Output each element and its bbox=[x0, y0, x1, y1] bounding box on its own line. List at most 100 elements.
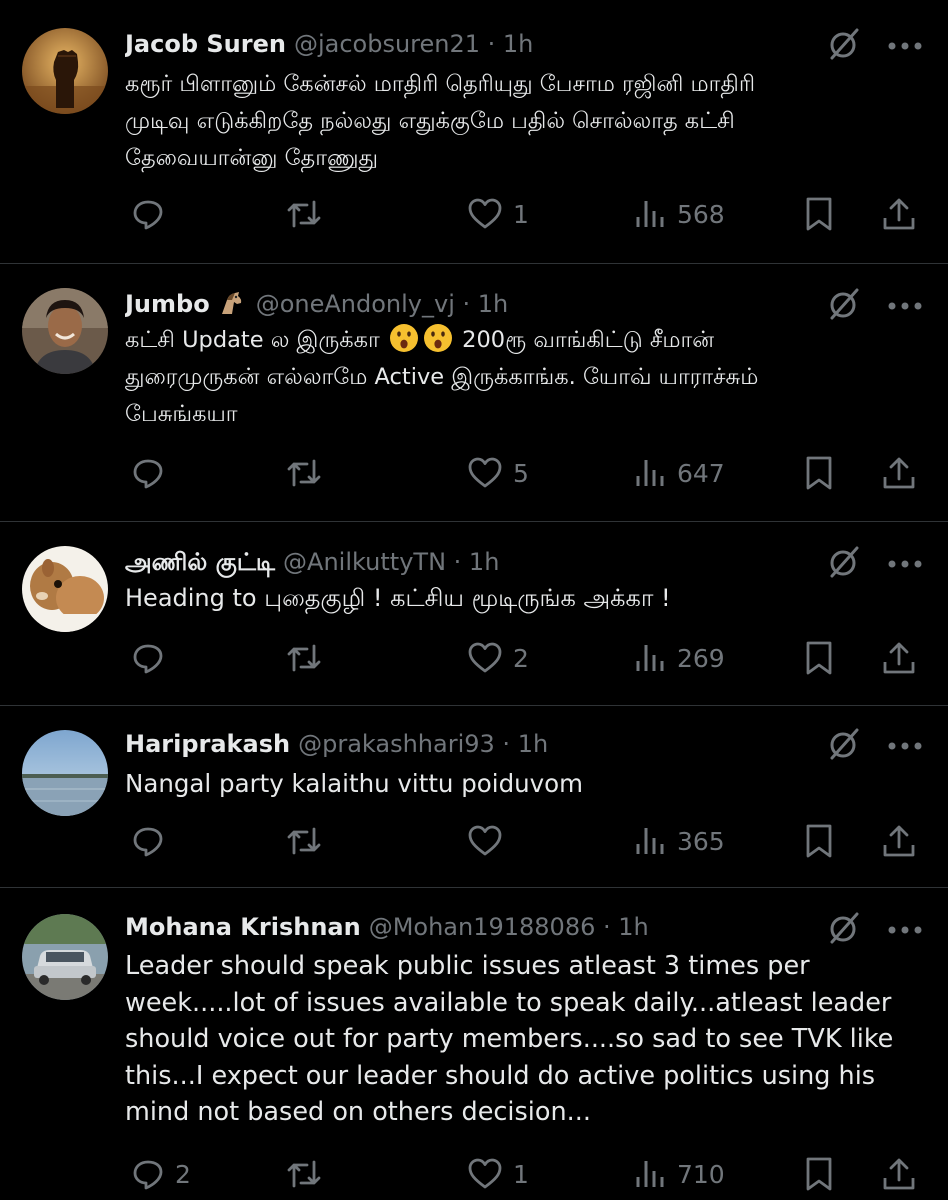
like-count: 2 bbox=[513, 643, 529, 673]
avatar[interactable] bbox=[22, 288, 108, 374]
more-icon[interactable] bbox=[886, 300, 924, 312]
retweet-button[interactable] bbox=[285, 636, 333, 680]
timestamp[interactable]: 1h bbox=[503, 30, 533, 58]
author-handle[interactable]: @prakashhari93 bbox=[298, 730, 495, 758]
like-count: 1 bbox=[513, 1159, 529, 1189]
separator: · bbox=[446, 548, 469, 576]
share-icon bbox=[883, 1158, 915, 1190]
retweet-icon bbox=[287, 827, 321, 855]
author-name[interactable]: Jumbo bbox=[125, 290, 210, 318]
action-bar: 5 647 bbox=[125, 451, 922, 495]
bookmark-button[interactable] bbox=[802, 1152, 836, 1196]
author-handle[interactable]: @oneAndonly_vj bbox=[256, 290, 455, 318]
tweet-text: கரூர் பிளானும் கேன்சல் மாதிரி தெரியுது ப… bbox=[125, 71, 756, 171]
grok-icon[interactable] bbox=[826, 286, 862, 322]
reply-button[interactable] bbox=[131, 451, 175, 495]
reply-button[interactable] bbox=[131, 192, 175, 236]
share-button[interactable] bbox=[881, 819, 917, 863]
timestamp[interactable]: 1h bbox=[478, 290, 508, 318]
bookmark-button[interactable] bbox=[802, 636, 836, 680]
tweet-text: கட்சி Update ல இருக்கா 200ரூ வாங்கிட்டு … bbox=[125, 322, 922, 433]
retweet-button[interactable] bbox=[285, 1152, 333, 1196]
share-button[interactable] bbox=[881, 451, 917, 495]
views-button[interactable]: 365 bbox=[633, 819, 725, 863]
avatar[interactable] bbox=[22, 546, 108, 632]
author-name[interactable]: Jacob Suren bbox=[125, 30, 286, 58]
author-name[interactable]: Mohana Krishnan bbox=[125, 913, 361, 941]
more-icon[interactable] bbox=[886, 740, 924, 752]
reply-icon bbox=[133, 200, 163, 230]
views-button[interactable]: 710 bbox=[633, 1152, 725, 1196]
like-button[interactable] bbox=[467, 819, 513, 863]
avatar[interactable] bbox=[22, 28, 108, 114]
timestamp[interactable]: 1h bbox=[469, 548, 499, 576]
like-button[interactable]: 1 bbox=[467, 192, 529, 236]
reply-icon bbox=[133, 1160, 163, 1190]
reply-button[interactable]: 2 bbox=[131, 1152, 191, 1196]
reply-button[interactable] bbox=[131, 819, 175, 863]
tweet-text: Heading to புதைகுழி ! கட்சிய மூடிருங்க அ… bbox=[125, 584, 671, 612]
views-icon bbox=[636, 828, 664, 854]
share-button[interactable] bbox=[881, 192, 917, 236]
reply-tweet[interactable]: அணில் குட்டி @AnilkuttyTN · 1h Heading to… bbox=[0, 522, 948, 706]
author-name[interactable]: அணில் குட்டி bbox=[125, 548, 275, 576]
views-icon bbox=[636, 1161, 664, 1187]
author-name[interactable]: Hariprakash bbox=[125, 730, 290, 758]
share-button[interactable] bbox=[881, 636, 917, 680]
views-button[interactable]: 269 bbox=[633, 636, 725, 680]
like-button[interactable]: 2 bbox=[467, 636, 529, 680]
reply-count: 2 bbox=[175, 1159, 191, 1189]
share-icon bbox=[883, 642, 915, 674]
timestamp[interactable]: 1h bbox=[518, 730, 548, 758]
grok-icon[interactable] bbox=[826, 544, 862, 580]
retweet-icon bbox=[287, 644, 321, 672]
tweet-text-part: கட்சி Update ல இருக்கா bbox=[125, 327, 380, 353]
heart-icon bbox=[468, 198, 502, 229]
reply-button[interactable] bbox=[131, 636, 175, 680]
bookmark-button[interactable] bbox=[802, 819, 836, 863]
horse-emoji bbox=[221, 292, 241, 314]
views-button[interactable]: 568 bbox=[633, 192, 725, 236]
grok-icon[interactable] bbox=[826, 26, 862, 62]
author-handle[interactable]: @jacobsuren21 bbox=[294, 30, 480, 58]
views-icon bbox=[636, 460, 664, 486]
astonished-emoji bbox=[389, 324, 418, 352]
author-handle[interactable]: @Mohan19188086 bbox=[369, 913, 596, 941]
separator: · bbox=[595, 913, 619, 941]
astonished-emoji bbox=[423, 324, 452, 352]
retweet-button[interactable] bbox=[285, 451, 333, 495]
reply-tweet[interactable]: Mohana Krishnan @Mohan19188086 · 1h Leade… bbox=[0, 888, 948, 1200]
separator: · bbox=[480, 30, 503, 58]
bookmark-icon bbox=[806, 456, 832, 490]
like-button[interactable]: 1 bbox=[467, 1152, 529, 1196]
more-icon[interactable] bbox=[886, 558, 924, 570]
reply-tweet[interactable]: Jacob Suren @jacobsuren21 · 1h கரூர் பிளா… bbox=[0, 0, 948, 264]
reply-tweet[interactable]: Hariprakash @prakashhari93 · 1h Nangal pa… bbox=[0, 706, 948, 888]
timestamp[interactable]: 1h bbox=[618, 913, 648, 941]
grok-icon[interactable] bbox=[826, 910, 862, 946]
like-count: 1 bbox=[513, 199, 529, 229]
view-count: 568 bbox=[677, 199, 725, 229]
reply-icon bbox=[133, 644, 163, 674]
bookmark-button[interactable] bbox=[802, 192, 836, 236]
reply-icon bbox=[133, 827, 163, 857]
view-count: 269 bbox=[677, 643, 725, 673]
more-icon[interactable] bbox=[886, 924, 924, 936]
retweet-icon bbox=[287, 200, 321, 228]
retweet-button[interactable] bbox=[285, 819, 333, 863]
more-icon[interactable] bbox=[886, 40, 924, 52]
like-button[interactable]: 5 bbox=[467, 451, 529, 495]
avatar[interactable] bbox=[22, 914, 108, 1000]
author-handle[interactable]: @AnilkuttyTN bbox=[283, 548, 446, 576]
share-icon bbox=[883, 457, 915, 489]
action-bar: 1 568 bbox=[125, 192, 922, 236]
action-bar: 2 269 bbox=[125, 636, 922, 680]
bookmark-button[interactable] bbox=[802, 451, 836, 495]
avatar[interactable] bbox=[22, 730, 108, 816]
retweet-button[interactable] bbox=[285, 192, 333, 236]
grok-icon[interactable] bbox=[826, 726, 862, 762]
reply-tweet[interactable]: Jumbo @oneAndonly_vj · 1h கட்சி Update ல … bbox=[0, 264, 948, 522]
share-button[interactable] bbox=[881, 1152, 917, 1196]
views-button[interactable]: 647 bbox=[633, 451, 725, 495]
like-count: 5 bbox=[513, 458, 529, 488]
